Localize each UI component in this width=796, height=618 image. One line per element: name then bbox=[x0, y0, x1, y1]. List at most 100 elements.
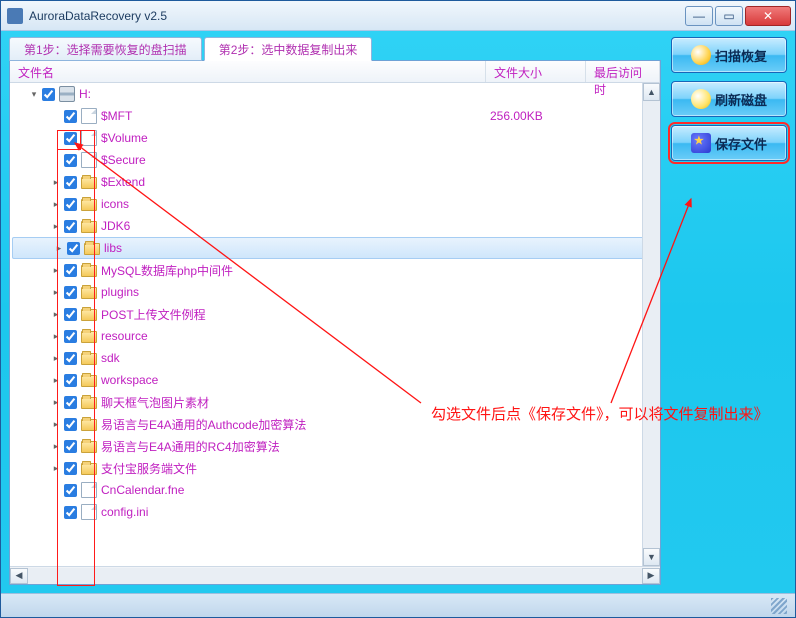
row-checkbox[interactable] bbox=[64, 176, 77, 189]
expander-icon[interactable]: ▸ bbox=[50, 397, 62, 408]
expander-icon[interactable]: ▸ bbox=[50, 331, 62, 342]
row-checkbox[interactable] bbox=[64, 198, 77, 211]
statusbar bbox=[1, 593, 795, 617]
app-icon bbox=[7, 8, 23, 24]
window-title: AuroraDataRecovery v2.5 bbox=[29, 9, 683, 23]
maximize-button[interactable]: ▭ bbox=[715, 6, 743, 26]
scroll-up-icon[interactable]: ▲ bbox=[643, 83, 660, 101]
horizontal-scrollbar[interactable]: ◀ ▶ bbox=[10, 566, 660, 584]
expander-icon[interactable]: ▸ bbox=[50, 177, 62, 188]
scroll-left-icon[interactable]: ◀ bbox=[10, 568, 28, 584]
row-name: icons bbox=[101, 197, 490, 211]
table-row[interactable]: ▸易语言与E4A通用的RC4加密算法 bbox=[10, 435, 660, 457]
table-row[interactable]: $MFT256.00KB bbox=[10, 105, 660, 127]
folder-icon bbox=[81, 199, 97, 211]
row-name: $Volume bbox=[101, 131, 490, 145]
window-buttons: — ▭ ✕ bbox=[683, 6, 791, 26]
expander-icon[interactable]: ▾ bbox=[28, 89, 40, 100]
button-label: 保存文件 bbox=[715, 134, 767, 153]
row-checkbox[interactable] bbox=[64, 220, 77, 233]
expander-icon[interactable]: ▸ bbox=[50, 221, 62, 232]
row-checkbox[interactable] bbox=[64, 308, 77, 321]
file-icon bbox=[81, 504, 97, 520]
expander-icon[interactable]: ▸ bbox=[50, 199, 62, 210]
row-checkbox[interactable] bbox=[64, 264, 77, 277]
table-row[interactable]: $Volume bbox=[10, 127, 660, 149]
col-size[interactable]: 文件大小 bbox=[486, 61, 586, 82]
folder-icon bbox=[81, 397, 97, 409]
row-name: $Extend bbox=[101, 175, 490, 189]
table-row[interactable]: ▸ 支付宝服务端文件 bbox=[10, 457, 660, 479]
table-row[interactable]: ▸libs bbox=[12, 237, 658, 259]
table-row[interactable]: ▸MySQL数据库php中间件 bbox=[10, 259, 660, 281]
row-name: 支付宝服务端文件 bbox=[101, 460, 490, 477]
row-checkbox[interactable] bbox=[64, 462, 77, 475]
row-checkbox[interactable] bbox=[67, 242, 80, 255]
table-row[interactable]: ▸POST上传文件例程 bbox=[10, 303, 660, 325]
row-checkbox[interactable] bbox=[64, 506, 77, 519]
table-row[interactable]: ▸ sdk bbox=[10, 347, 660, 369]
expander-icon[interactable]: ▸ bbox=[50, 463, 62, 474]
drive-icon bbox=[59, 86, 75, 102]
table-row[interactable]: $Secure bbox=[10, 149, 660, 171]
titlebar[interactable]: AuroraDataRecovery v2.5 — ▭ ✕ bbox=[1, 1, 795, 31]
table-row[interactable]: CnCalendar.fne bbox=[10, 479, 660, 501]
table-row[interactable]: ▸ icons bbox=[10, 193, 660, 215]
file-icon bbox=[81, 482, 97, 498]
row-name: 易语言与E4A通用的Authcode加密算法 bbox=[101, 416, 490, 433]
resize-grip-icon[interactable] bbox=[771, 598, 787, 614]
row-checkbox[interactable] bbox=[64, 132, 77, 145]
tree-body[interactable]: ▾H:$MFT256.00KB $Volume $Secure ▸ $Extend ▸ ic… bbox=[10, 83, 660, 566]
col-name[interactable]: 文件名 bbox=[10, 61, 486, 82]
table-row[interactable]: config.ini bbox=[10, 501, 660, 523]
expander-icon[interactable]: ▸ bbox=[50, 441, 62, 452]
expander-icon[interactable]: ▸ bbox=[50, 265, 62, 276]
row-checkbox[interactable] bbox=[64, 110, 77, 123]
table-row[interactable]: ▸JDK6 bbox=[10, 215, 660, 237]
expander-icon[interactable]: ▸ bbox=[50, 419, 62, 430]
row-name: config.ini bbox=[101, 505, 490, 519]
scroll-down-icon[interactable]: ▼ bbox=[643, 548, 660, 566]
folder-icon bbox=[81, 287, 97, 299]
row-checkbox[interactable] bbox=[64, 396, 77, 409]
folder-icon bbox=[81, 265, 97, 277]
tab-step1[interactable]: 第1步：选择需要恢复的盘扫描 bbox=[9, 37, 202, 61]
row-name: $MFT bbox=[101, 109, 490, 123]
row-checkbox[interactable] bbox=[64, 154, 77, 167]
row-checkbox[interactable] bbox=[64, 352, 77, 365]
table-row[interactable]: ▸plugins bbox=[10, 281, 660, 303]
row-checkbox[interactable] bbox=[64, 484, 77, 497]
row-checkbox[interactable] bbox=[64, 330, 77, 343]
left-panel: 第1步：选择需要恢复的盘扫描 第2步：选中数据复制出来 文件名 文件大小 最后访… bbox=[9, 37, 661, 585]
row-name: 聊天框气泡图片素材 bbox=[101, 394, 490, 411]
save-file-button[interactable]: 保存文件 bbox=[671, 125, 787, 161]
expander-icon[interactable]: ▸ bbox=[50, 375, 62, 386]
row-checkbox[interactable] bbox=[64, 440, 77, 453]
row-checkbox[interactable] bbox=[64, 286, 77, 299]
table-row[interactable]: ▸ 易语言与E4A通用的Authcode加密算法 bbox=[10, 413, 660, 435]
row-checkbox[interactable] bbox=[64, 374, 77, 387]
col-date[interactable]: 最后访问时 bbox=[586, 61, 660, 82]
tab-step2[interactable]: 第2步：选中数据复制出来 bbox=[204, 37, 373, 61]
scroll-right-icon[interactable]: ▶ bbox=[642, 568, 660, 584]
minimize-button[interactable]: — bbox=[685, 6, 713, 26]
expander-icon[interactable]: ▸ bbox=[50, 287, 62, 298]
table-row[interactable]: ▾H: bbox=[10, 83, 660, 105]
table-row[interactable]: ▸ resource bbox=[10, 325, 660, 347]
expander-icon[interactable]: ▸ bbox=[50, 353, 62, 364]
vertical-scrollbar[interactable]: ▲ ▼ bbox=[642, 83, 660, 566]
row-checkbox[interactable] bbox=[42, 88, 55, 101]
table-row[interactable]: ▸workspace bbox=[10, 369, 660, 391]
table-row[interactable]: ▸ $Extend bbox=[10, 171, 660, 193]
close-button[interactable]: ✕ bbox=[745, 6, 791, 26]
row-checkbox[interactable] bbox=[64, 418, 77, 431]
table-row[interactable]: ▸ 聊天框气泡图片素材 bbox=[10, 391, 660, 413]
row-name: sdk bbox=[101, 351, 490, 365]
expander-icon[interactable]: ▸ bbox=[50, 309, 62, 320]
scroll-track[interactable] bbox=[28, 568, 642, 584]
row-name: resource bbox=[101, 329, 490, 343]
scroll-track[interactable] bbox=[643, 101, 660, 548]
refresh-disk-button[interactable]: 刷新磁盘 bbox=[671, 81, 787, 117]
expander-icon[interactable]: ▸ bbox=[53, 243, 65, 254]
scan-recover-button[interactable]: 扫描恢复 bbox=[671, 37, 787, 73]
